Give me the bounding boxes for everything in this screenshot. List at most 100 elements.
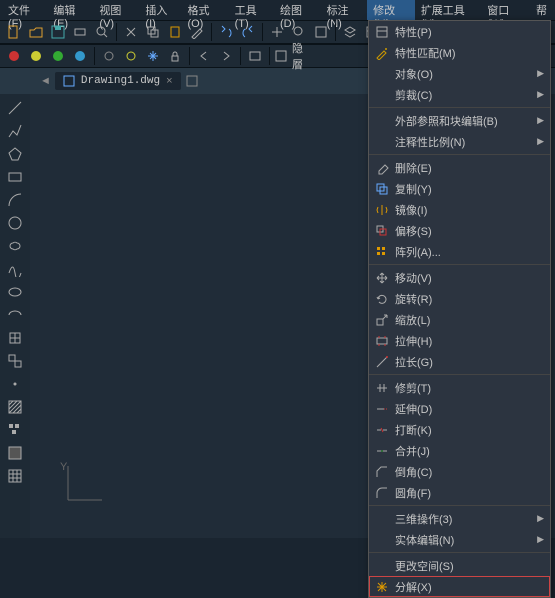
layer-state-4-icon[interactable] xyxy=(70,46,90,66)
tab-close-icon[interactable]: × xyxy=(166,75,172,87)
region-icon[interactable] xyxy=(5,443,25,463)
layers-icon[interactable] xyxy=(340,22,360,42)
pan-icon[interactable] xyxy=(267,22,287,42)
preview-icon[interactable] xyxy=(92,22,112,42)
menu-10[interactable]: 窗口(W) xyxy=(481,0,530,20)
menu-item-16[interactable]: 缩放(L) xyxy=(369,309,550,330)
menu-item-22[interactable]: 打断(K) xyxy=(369,419,550,440)
menu-item-11[interactable]: 偏移(S) xyxy=(369,220,550,241)
point-icon[interactable] xyxy=(5,374,25,394)
menu-item-label: 延伸(D) xyxy=(391,401,544,417)
layer-freeze-icon[interactable] xyxy=(143,46,163,66)
menu-item-0[interactable]: 特性(P) xyxy=(369,21,550,42)
layer-on-icon[interactable] xyxy=(121,46,141,66)
open-icon[interactable] xyxy=(26,22,46,42)
menu-item-14[interactable]: 移动(V) xyxy=(369,267,550,288)
menu-item-25[interactable]: 圆角(F) xyxy=(369,482,550,503)
insert-icon[interactable] xyxy=(5,328,25,348)
menu-item-label: 倒角(C) xyxy=(391,464,544,480)
menu-6[interactable]: 绘图(D) xyxy=(274,0,321,20)
copy-icon[interactable] xyxy=(143,22,163,42)
break-icon xyxy=(373,423,391,437)
tab-new-icon[interactable] xyxy=(185,74,199,88)
zoom-icon[interactable] xyxy=(289,22,309,42)
paste-icon[interactable] xyxy=(165,22,185,42)
table-icon[interactable] xyxy=(5,466,25,486)
zoom-ext-icon[interactable] xyxy=(311,22,331,42)
cut-icon[interactable] xyxy=(121,22,141,42)
menu-item-label: 删除(E) xyxy=(391,160,544,176)
menu-item-30[interactable]: 更改空间(S) xyxy=(369,555,550,576)
join-icon xyxy=(373,444,391,458)
match-icon[interactable] xyxy=(187,22,207,42)
menu-item-label: 缩放(L) xyxy=(391,312,544,328)
layer-state-1-icon[interactable] xyxy=(4,46,24,66)
rectangle-icon[interactable] xyxy=(5,167,25,187)
menu-item-3[interactable]: 剪裁(C)▶ xyxy=(369,84,550,105)
ellipse-icon[interactable] xyxy=(5,282,25,302)
tab-prev-icon[interactable]: ◄ xyxy=(40,75,51,87)
revcloud-icon[interactable] xyxy=(5,236,25,256)
gradient-icon[interactable] xyxy=(5,420,25,440)
menu-1[interactable]: 编辑(E) xyxy=(47,0,93,20)
layer-off-icon[interactable] xyxy=(99,46,119,66)
circle-icon[interactable] xyxy=(5,213,25,233)
submenu-arrow-icon: ▶ xyxy=(537,115,544,126)
arc-icon[interactable] xyxy=(5,190,25,210)
menu-item-8[interactable]: 删除(E) xyxy=(369,157,550,178)
menu-item-23[interactable]: 合并(J) xyxy=(369,440,550,461)
ellipse-arc-icon[interactable] xyxy=(5,305,25,325)
polygon-icon[interactable] xyxy=(5,144,25,164)
menu-item-15[interactable]: 旋转(R) xyxy=(369,288,550,309)
modify-menu: 特性(P)特性匹配(M)对象(O)▶剪裁(C)▶ 外部参照和块编辑(B)▶注释性比… xyxy=(368,20,551,598)
document-tab[interactable]: Drawing1.dwg × xyxy=(55,72,181,90)
menu-item-10[interactable]: 镜像(I) xyxy=(369,199,550,220)
layer-next-icon[interactable] xyxy=(216,46,236,66)
submenu-arrow-icon: ▶ xyxy=(537,89,544,100)
menu-item-17[interactable]: 拉伸(H) xyxy=(369,330,550,351)
menu-item-31[interactable]: 分解(X) xyxy=(369,576,550,597)
layer-prev-icon[interactable] xyxy=(194,46,214,66)
menu-3[interactable]: 插入(I) xyxy=(139,0,181,20)
menu-item-28[interactable]: 实体编辑(N)▶ xyxy=(369,529,550,550)
hide-layer-button[interactable]: 隐層 xyxy=(274,46,312,66)
menu-item-24[interactable]: 倒角(C) xyxy=(369,461,550,482)
undo-icon[interactable] xyxy=(216,22,236,42)
block-icon[interactable] xyxy=(5,351,25,371)
hatch-icon[interactable] xyxy=(5,397,25,417)
ucs-icon: Y xyxy=(60,458,110,508)
menu-item-2[interactable]: 对象(O)▶ xyxy=(369,63,550,84)
menu-item-18[interactable]: 拉长(G) xyxy=(369,351,550,372)
menu-item-5[interactable]: 外部参照和块编辑(B)▶ xyxy=(369,110,550,131)
layer-lock-icon[interactable] xyxy=(165,46,185,66)
save-icon[interactable] xyxy=(48,22,68,42)
layer-state-3-icon[interactable] xyxy=(48,46,68,66)
draw-toolbar xyxy=(0,94,30,538)
print-icon[interactable] xyxy=(70,22,90,42)
menubar: 文件(F)编辑(E)视图(V)插入(I)格式(O)工具(T)绘图(D)标注(N)… xyxy=(0,0,555,20)
menu-7[interactable]: 标注(N) xyxy=(321,0,368,20)
menu-item-21[interactable]: 延伸(D) xyxy=(369,398,550,419)
menu-4[interactable]: 格式(O) xyxy=(181,0,228,20)
menu-item-label: 拉长(G) xyxy=(391,354,544,370)
menu-5[interactable]: 工具(T) xyxy=(229,0,274,20)
menu-item-27[interactable]: 三维操作(3)▶ xyxy=(369,508,550,529)
spline-icon[interactable] xyxy=(5,259,25,279)
menu-8[interactable]: 修改(M) xyxy=(367,0,415,20)
menu-item-6[interactable]: 注释性比例(N)▶ xyxy=(369,131,550,152)
menu-0[interactable]: 文件(F) xyxy=(2,0,47,20)
polyline-icon[interactable] xyxy=(5,121,25,141)
layer-state-2-icon[interactable] xyxy=(26,46,46,66)
menu-11[interactable]: 帮 xyxy=(530,0,553,20)
menu-item-9[interactable]: 复制(Y) xyxy=(369,178,550,199)
move-icon xyxy=(373,271,391,285)
line-icon[interactable] xyxy=(5,98,25,118)
menu-9[interactable]: 扩展工具(X) xyxy=(415,0,481,20)
menu-item-20[interactable]: 修剪(T) xyxy=(369,377,550,398)
menu-item-12[interactable]: 阵列(A)... xyxy=(369,241,550,262)
layer-manager-icon[interactable] xyxy=(245,46,265,66)
menu-2[interactable]: 视图(V) xyxy=(93,0,139,20)
menu-item-1[interactable]: 特性匹配(M) xyxy=(369,42,550,63)
new-icon[interactable] xyxy=(4,22,24,42)
redo-icon[interactable] xyxy=(238,22,258,42)
